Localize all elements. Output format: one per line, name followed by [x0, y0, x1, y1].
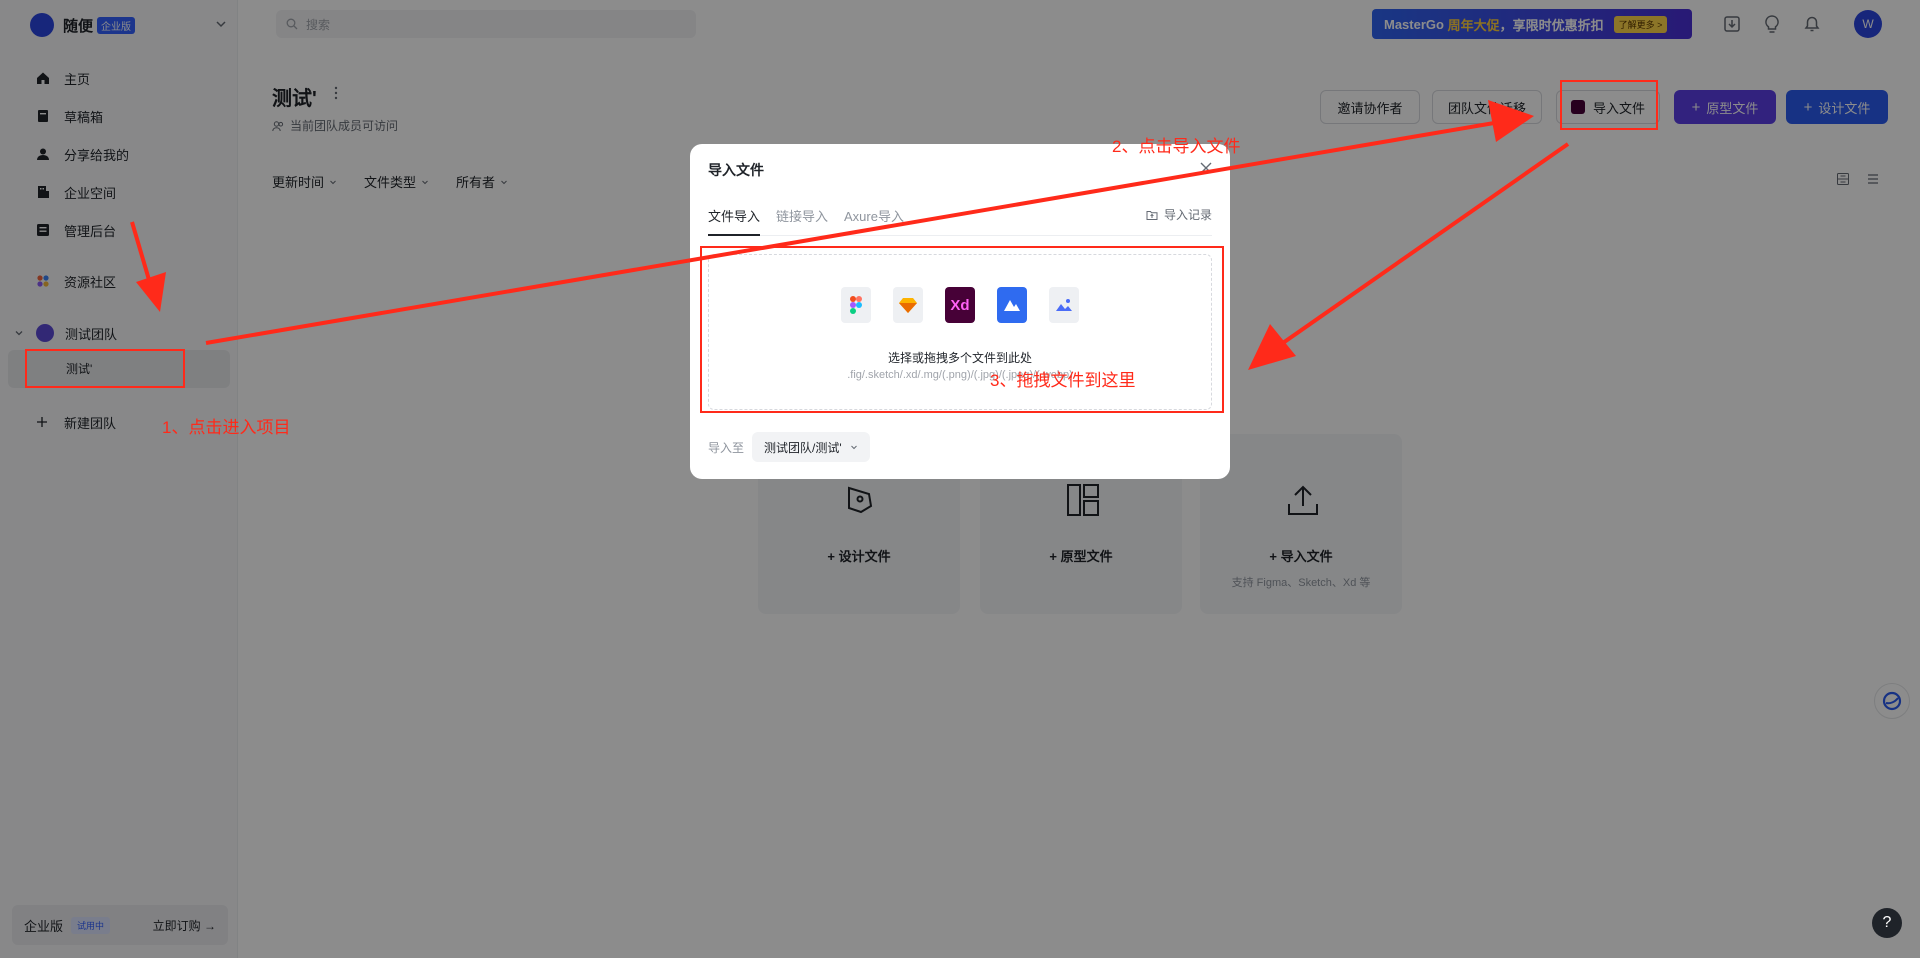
import-destination-row: 导入至 测试团队/测试': [708, 432, 870, 462]
annotation-step-1: 1、点击进入项目: [162, 418, 291, 437]
close-icon[interactable]: [1200, 162, 1212, 174]
dialog-title: 导入文件: [708, 162, 764, 178]
import-tabs: 文件导入 链接导入 Axure导入 导入记录: [708, 206, 1212, 236]
annotation-box-dropzone: [700, 246, 1224, 413]
help-button[interactable]: ?: [1872, 908, 1902, 938]
import-log-button[interactable]: 导入记录: [1146, 206, 1212, 223]
annotation-step-2: 2、点击导入文件: [1112, 137, 1241, 156]
tab-link-import[interactable]: 链接导入: [776, 206, 828, 236]
chevron-down-icon: [850, 445, 857, 450]
tab-axure-import[interactable]: Axure导入: [844, 206, 904, 236]
tab-file-import[interactable]: 文件导入: [708, 206, 761, 236]
destination-value: 测试团队/测试': [764, 440, 842, 455]
annotation-box-project: [25, 349, 185, 388]
import-log-label: 导入记录: [1163, 208, 1212, 222]
annotation-step-3: 3、拖拽文件到这里: [990, 371, 1136, 390]
destination-select[interactable]: 测试团队/测试': [752, 432, 870, 462]
annotation-box-import-button: [1560, 80, 1658, 130]
folder-upload-icon: [1146, 210, 1158, 220]
import-to-label: 导入至: [708, 440, 745, 455]
